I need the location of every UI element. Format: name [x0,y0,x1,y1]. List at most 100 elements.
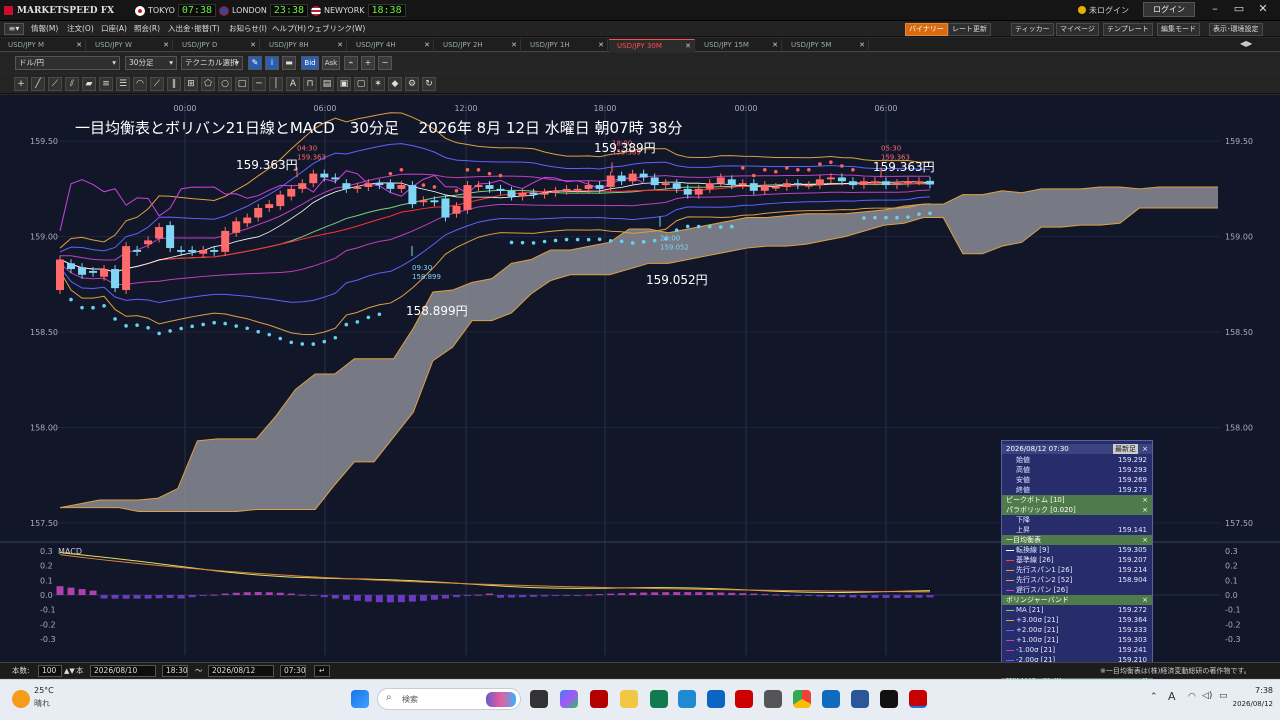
template-button[interactable]: テンプレート [1103,23,1153,36]
close-icon[interactable]: ✕ [859,39,865,51]
outlook-icon[interactable] [822,690,840,708]
tab-usdjpy-30m[interactable]: USD/JPY 30M ✕ [609,39,695,52]
tab-usdjpy-4h[interactable]: USD/JPY 4H ✕ [348,39,434,52]
file-explorer-icon[interactable] [620,690,638,708]
refresh-icon[interactable]: ↻ [422,77,436,91]
from-date-input[interactable]: 2026/08/10 [90,665,156,677]
delete-icon[interactable]: ◆ [388,77,402,91]
volume-icon[interactable]: ◁) [1202,691,1212,701]
close-icon[interactable]: ✕ [1252,2,1274,17]
fan-icon[interactable]: ⟋ [150,77,164,91]
ask-button[interactable]: Ask [322,56,340,70]
edit-mode-button[interactable]: 編集モード [1157,23,1200,36]
menu-item-account[interactable]: 口座(A) [101,23,127,35]
to-time-input[interactable]: 07:30 [280,665,306,677]
ruler-icon[interactable]: ▰ [82,77,96,91]
tab-scroll-icon[interactable]: ◀▶ [1240,39,1254,51]
menu-item-weblink[interactable]: ウェブリンク(W) [307,23,365,35]
tray-chevron-icon[interactable]: ⌃ [1150,692,1158,702]
gann-icon[interactable]: ⊞ [184,77,198,91]
minimize-icon[interactable]: – [1204,2,1226,17]
close-icon[interactable]: ✕ [337,39,343,51]
to-date-input[interactable]: 2026/08/12 [208,665,274,677]
technical-select[interactable]: テクニカル選択 ▾ [181,56,243,70]
tab-usdjpy-d[interactable]: USD/JPY D ✕ [174,39,260,52]
copy-icon[interactable]: ▢ [354,77,368,91]
close-icon[interactable]: ✕ [163,39,169,51]
trendline-icon[interactable]: ╱ [31,77,45,91]
ime-icon[interactable]: A [1168,690,1176,703]
zoom-in-icon[interactable]: + [361,56,375,70]
bar-count-input[interactable]: 100 [38,665,62,677]
chart-area[interactable]: 00:00 06:00 12:00 18:00 00:00 06:00 159.50 159.… [0,95,1280,720]
mail-icon[interactable] [764,690,782,708]
login-button[interactable]: ログイン [1143,2,1195,17]
hline-icon[interactable]: ≡ [99,77,113,91]
zoom-out-icon[interactable]: − [378,56,392,70]
clock-time[interactable]: 7:38 [1233,686,1273,695]
excel-icon[interactable] [650,690,668,708]
menu-item-order[interactable]: 注文(O) [67,23,94,35]
tab-usdjpy-15m[interactable]: USD/JPY 15M ✕ [696,39,782,52]
from-time-input[interactable]: 18:30 [162,665,188,677]
line-icon[interactable]: ─ [252,77,266,91]
magnet-icon[interactable]: ⊓ [303,77,317,91]
stepper-icon[interactable]: ▲▼ [64,665,75,677]
ticker-button[interactable]: ティッカー [1011,23,1054,36]
menu-item-transfer[interactable]: 入出金･振替(T) [168,23,220,35]
settings-icon[interactable]: ⚙ [405,77,419,91]
tab-usdjpy-2h[interactable]: USD/JPY 2H ✕ [435,39,521,52]
start-menu-icon[interactable] [351,690,369,708]
close-icon[interactable]: ✕ [685,40,691,52]
menu-item-inquiry[interactable]: 照会(R) [134,23,160,35]
weather-sun-icon[interactable] [12,690,30,708]
close-icon[interactable]: ✕ [76,39,82,51]
menu-item-info[interactable]: 情報(M) [31,23,58,35]
fib-icon[interactable]: ☰ [116,77,130,91]
timeframe-select[interactable]: 30分足 ▾ [125,56,177,70]
clock-date[interactable]: 2026/08/12 [1223,700,1273,708]
info-icon[interactable]: i [265,56,279,70]
rectangle-icon[interactable]: □ [235,77,249,91]
word-icon[interactable] [851,690,869,708]
lock-icon[interactable]: ▣ [337,77,351,91]
dell-icon[interactable] [707,690,725,708]
arc-icon[interactable]: ◠ [133,77,147,91]
binary-button[interactable]: バイナリー [905,23,948,36]
tab-usdjpy-m[interactable]: USD/JPY M ✕ [0,39,86,52]
task-view-icon[interactable] [530,690,548,708]
close-icon[interactable]: ✕ [511,39,517,51]
taskbar-search[interactable]: ⌕ 検索 [377,688,521,710]
close-icon[interactable]: × [1142,595,1148,605]
crosshair-icon[interactable]: + [14,77,28,91]
rate-update-button[interactable]: レート更新 [948,23,991,36]
currency-pair-select[interactable]: ドル/円 ▾ [15,56,120,70]
pen-icon[interactable]: ✎ [248,56,262,70]
close-icon[interactable]: × [1142,535,1148,545]
tab-usdjpy-w[interactable]: USD/JPY W ✕ [87,39,173,52]
display-settings-button[interactable]: 表示･環境設定 [1209,23,1263,36]
maximize-icon[interactable]: ▭ [1228,2,1250,17]
close-icon[interactable]: ✕ [772,39,778,51]
vline-icon[interactable]: │ [269,77,283,91]
ray-icon[interactable]: ⟋ [48,77,62,91]
mypage-button[interactable]: マイページ [1056,23,1099,36]
close-icon[interactable]: ✕ [424,39,430,51]
text-icon[interactable]: A [286,77,300,91]
tab-usdjpy-1h[interactable]: USD/JPY 1H ✕ [522,39,608,52]
wrench-icon[interactable]: ✶ [371,77,385,91]
circle-icon[interactable]: ○ [218,77,232,91]
menu-item-news[interactable]: お知らせ(I) [229,23,267,35]
marketspeed-fx-icon[interactable] [909,690,927,708]
eraser-icon[interactable]: ▤ [320,77,334,91]
tab-usdjpy-5m[interactable]: USD/JPY 5M ✕ [783,39,869,52]
pentagon-icon[interactable]: ⬠ [201,77,215,91]
apply-range-icon[interactable]: ↵ [314,665,330,677]
tab-usdjpy-8h[interactable]: USD/JPY 8H ✕ [261,39,347,52]
menu-item-help[interactable]: ヘルプ(H) [272,23,306,35]
wifi-icon[interactable]: ◠ [1188,692,1196,702]
close-icon[interactable]: ✕ [598,39,604,51]
close-icon[interactable]: ✕ [250,39,256,51]
mcafee-icon[interactable] [735,690,753,708]
hamburger-menu-icon[interactable]: ≡▾ [4,23,24,35]
